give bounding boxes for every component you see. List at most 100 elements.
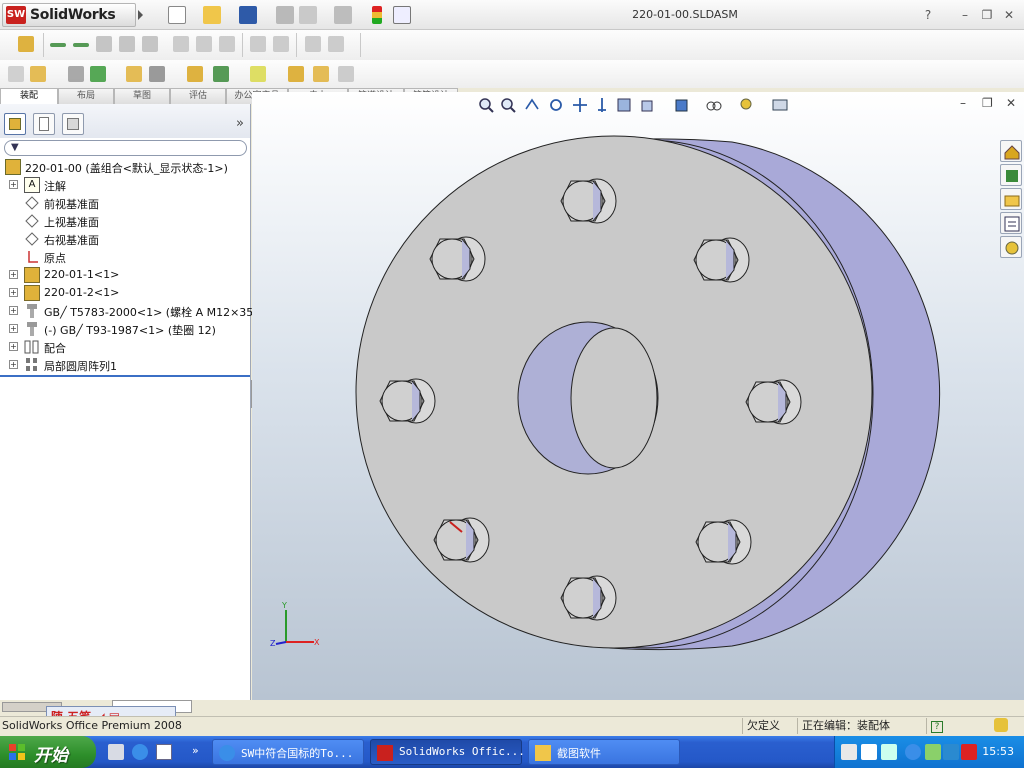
bolt [745,379,802,425]
rotate-component-icon[interactable] [149,66,165,82]
sketch-tool-icon[interactable] [142,36,158,52]
quick-launch-word-icon[interactable] [156,744,172,760]
quick-launch-desktop-icon[interactable] [108,744,124,760]
taskbar-item-screenshot[interactable]: 截图软件 [528,739,680,765]
tree-item-part-2[interactable]: + 220-01-2<1> [0,284,250,302]
tree-item-right-plane[interactable]: 右视基准面 [0,230,250,248]
taskbar-item-browser[interactable]: SW中符合国标的To... [212,739,364,765]
keyboard-icon[interactable] [841,744,857,760]
move-component-icon[interactable] [126,66,142,82]
rollback-bar[interactable] [0,375,250,377]
sketch-tool-icon[interactable] [96,36,112,52]
tree-item-top-plane[interactable]: 上视基准面 [0,212,250,230]
tree-item-circular-pattern[interactable]: + 局部圆周阵列1 [0,356,250,374]
expand-plus-icon[interactable]: + [9,342,18,351]
quick-launch-more-icon[interactable]: » [192,744,199,757]
mate-icon[interactable] [68,66,84,82]
new-document-icon[interactable] [168,6,186,24]
open-folder-icon[interactable] [203,6,221,24]
tray-help-icon[interactable] [861,744,877,760]
tree-item-front-plane[interactable]: 前视基准面 [0,194,250,212]
expand-plus-icon[interactable]: + [9,270,18,279]
bolt [429,236,486,282]
configuration-manager-tab-icon[interactable] [62,113,84,135]
rebuild-traffic-light-icon[interactable] [372,6,382,24]
tree-filter-input[interactable]: ▼ [4,140,247,156]
tree-item-label: 220-01-1<1> [44,268,120,281]
status-help-button[interactable]: ? [926,718,946,734]
insert-component-icon[interactable] [8,66,24,82]
tree-root-assembly[interactable]: 220-01-00 (盖组合<默认_显示状态-1>) [0,158,250,176]
expand-plus-icon[interactable]: + [9,360,18,369]
tray-arrow-icon[interactable] [905,744,921,760]
status-product-text: SolidWorks Office Premium 2008 [2,719,182,732]
undo-icon[interactable] [334,6,352,24]
task-label: SW中符合国标的To... [241,747,354,760]
tag-icon[interactable] [994,718,1008,732]
expand-plus-icon[interactable]: + [9,288,18,297]
help-button[interactable]: ? [920,7,936,23]
expand-panel-icon[interactable]: » [236,116,244,131]
feature-manager-tab-icon[interactable] [4,113,26,135]
expand-plus-icon[interactable]: + [9,324,18,333]
mirror-icon[interactable] [250,36,266,52]
move-icon[interactable] [273,36,289,52]
start-button[interactable]: 开始 [0,736,96,768]
tab-assembly[interactable]: 装配 [0,88,58,104]
tree-item-label: (-) GB╱ T93-1987<1> (垫圈 12) [44,324,216,337]
smart-fasteners-icon[interactable] [187,66,203,82]
save-icon[interactable] [239,6,257,24]
interference-icon[interactable] [288,66,304,82]
quick-launch-ie-icon[interactable] [132,744,148,760]
sketch-tool-icon[interactable] [119,36,135,52]
tab-evaluate[interactable]: 评估 [170,88,226,104]
tree-item-bolt[interactable]: + GB╱ T5783-2000<1> (螺栓 A M12×35) [0,302,258,320]
system-tray: 15:53 [834,736,1024,768]
panel-tabs: » [0,104,250,138]
minimize-button[interactable]: – [957,7,973,23]
expand-plus-icon[interactable]: + [9,306,18,315]
circular-pattern-icon [24,357,40,373]
status-editing: 正在编辑：装配体 [797,718,923,734]
trim-icon[interactable] [173,36,189,52]
explode-view-icon[interactable] [213,66,229,82]
solidworks-menu-button[interactable]: SW SolidWorks [2,3,143,27]
relation-icon[interactable] [305,36,321,52]
assembly-tool-icon[interactable] [338,66,354,82]
print-icon[interactable] [276,6,294,24]
property-manager-tab-icon[interactable] [33,113,55,135]
tree-item-washer[interactable]: + (-) GB╱ T93-1987<1> (垫圈 12) [0,320,250,338]
restore-button[interactable]: ❐ [979,7,995,23]
tab-layout[interactable]: 布局 [58,88,114,104]
annotation-icon: A [24,177,40,193]
antivirus-icon[interactable] [961,744,977,760]
reference-geometry-icon[interactable] [250,66,266,82]
line-icon[interactable] [50,43,66,47]
tree-item-origin[interactable]: 原点 [0,248,250,266]
tab-sketch[interactable]: 草图 [114,88,170,104]
filter-icon: ▼ [11,142,19,153]
windows-flag-icon [9,744,25,760]
new-part-icon[interactable] [30,66,46,82]
bolt [560,575,617,621]
security-icon[interactable] [943,744,959,760]
smart-dimension-icon[interactable] [18,36,34,52]
options-icon[interactable] [393,6,411,24]
network-icon[interactable] [925,744,941,760]
extend-icon[interactable] [196,36,212,52]
linear-pattern-icon[interactable] [90,66,106,82]
repair-icon[interactable] [328,36,344,52]
taskbar-item-solidworks[interactable]: SolidWorks Offic... [370,739,525,765]
hole-series-icon[interactable] [313,66,329,82]
volume-icon[interactable] [881,744,897,760]
offset-icon[interactable] [219,36,235,52]
tree-item-annotations[interactable]: + A 注解 [0,176,250,194]
tree-item-part-1[interactable]: + 220-01-1<1> [0,266,250,284]
print-preview-icon[interactable] [299,6,317,24]
graphics-viewport[interactable]: – ❐ ✕ Y X Z [252,92,1024,700]
expand-plus-icon[interactable]: + [9,180,18,189]
tree-item-mates[interactable]: + 配合 [0,338,250,356]
centerline-icon[interactable] [73,43,89,47]
clock: 15:53 [982,745,1014,758]
close-button[interactable]: ✕ [1001,7,1017,23]
